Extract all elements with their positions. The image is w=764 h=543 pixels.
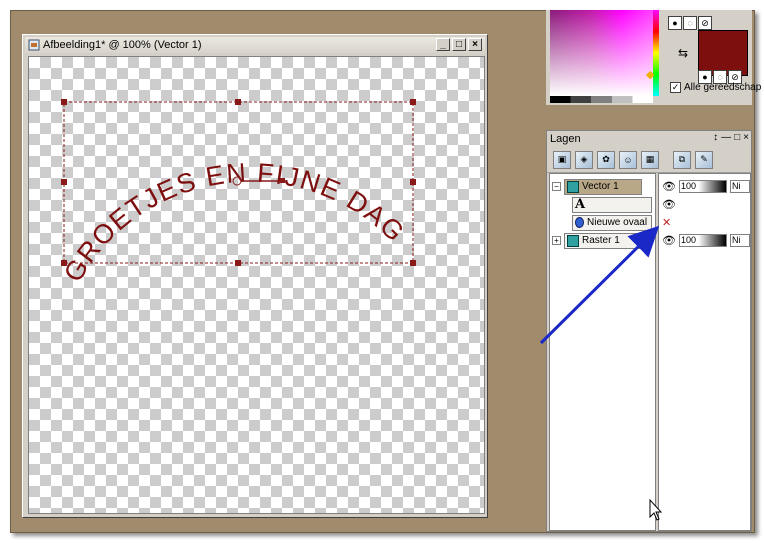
- mouse-pointer-icon: [649, 498, 663, 521]
- annotation-arrow: [539, 225, 660, 345]
- screenshot-frame: Afbeelding1* @ 100% (Vector 1) _ □ × GRO…: [0, 0, 764, 543]
- annotation-layer: [539, 225, 663, 521]
